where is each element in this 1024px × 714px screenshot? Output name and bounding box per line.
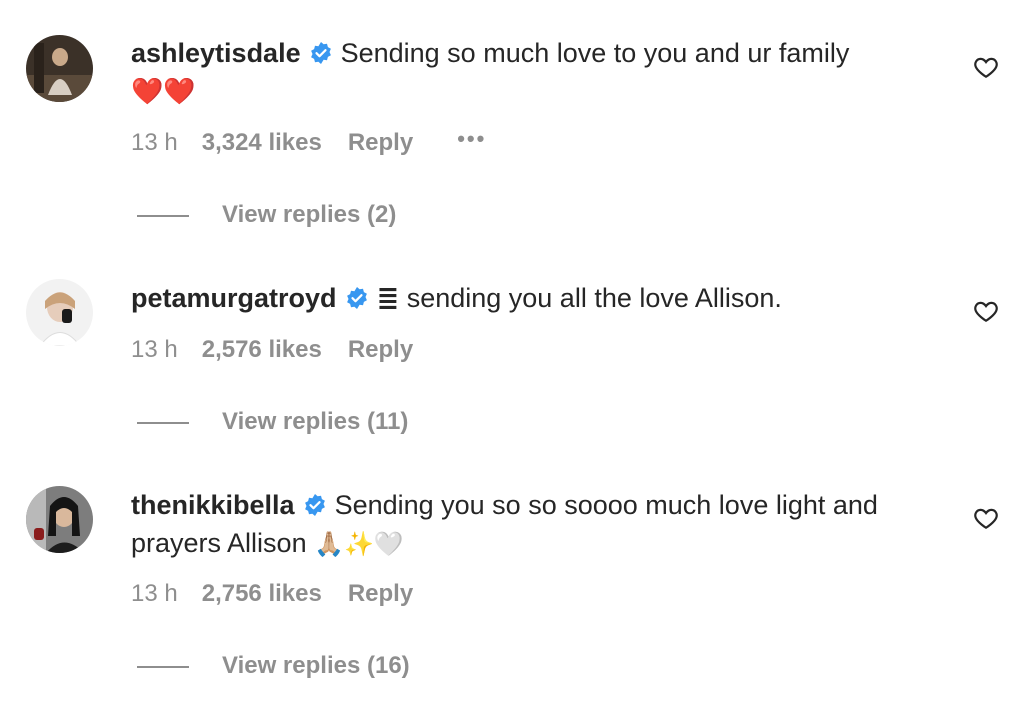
divider-line: [137, 214, 189, 217]
verified-badge-icon: [303, 489, 327, 516]
username[interactable]: ashleytisdale: [131, 38, 301, 68]
verified-badge-icon: [345, 282, 369, 309]
divider-line: [137, 421, 189, 424]
likes-count[interactable]: 3,324 likes: [202, 128, 322, 158]
emoji-glyphs: 🙏🏼✨🤍: [314, 530, 404, 558]
timestamp: 13 h: [131, 129, 178, 156]
divider-line: [137, 665, 189, 668]
comment-meta: 13 h 2,576 likes Reply: [131, 335, 413, 365]
username[interactable]: petamurgatroyd: [131, 283, 337, 313]
likes-count[interactable]: 2,576 likes: [202, 335, 322, 365]
view-replies-label: View replies (16): [222, 652, 410, 679]
view-replies-button[interactable]: View replies (11): [137, 407, 408, 437]
more-options-icon[interactable]: •••: [457, 124, 486, 154]
likes-count[interactable]: 2,756 likes: [202, 579, 322, 609]
heart-outline-icon[interactable]: [973, 298, 999, 324]
emoji-glyph: ≣: [376, 283, 400, 314]
view-replies-label: View replies (11): [222, 408, 409, 435]
view-replies-label: View replies (2): [222, 201, 397, 228]
comment-meta: 13 h 3,324 likes Reply •••: [131, 126, 486, 158]
heart-outline-icon[interactable]: [973, 54, 999, 80]
comment-meta: 13 h 2,756 likes Reply: [131, 579, 413, 609]
heart-outline-icon[interactable]: [973, 505, 999, 531]
timestamp: 13 h: [131, 336, 178, 363]
view-replies-button[interactable]: View replies (2): [137, 200, 396, 230]
comment-text: thenikkibella Sending you so so soooo muc…: [131, 486, 941, 563]
avatar[interactable]: [26, 486, 93, 553]
verified-badge-icon: [309, 37, 333, 64]
reply-button[interactable]: Reply: [348, 579, 413, 609]
comment-text: ashleytisdale Sending so much love to you…: [131, 34, 941, 111]
reply-button[interactable]: Reply: [348, 335, 413, 365]
reply-button[interactable]: Reply: [348, 128, 413, 158]
avatar[interactable]: [26, 279, 93, 346]
username[interactable]: thenikkibella: [131, 490, 295, 520]
timestamp: 13 h: [131, 580, 178, 607]
heart-emoji: ❤️❤️: [131, 77, 196, 107]
comment-text: petamurgatroyd ≣ sending you all the love…: [131, 279, 941, 318]
comment-body: Sending so much love to you and ur famil…: [340, 38, 850, 68]
comment-body: sending you all the love Allison.: [406, 283, 782, 313]
view-replies-button[interactable]: View replies (16): [137, 651, 410, 681]
avatar[interactable]: [26, 35, 93, 102]
